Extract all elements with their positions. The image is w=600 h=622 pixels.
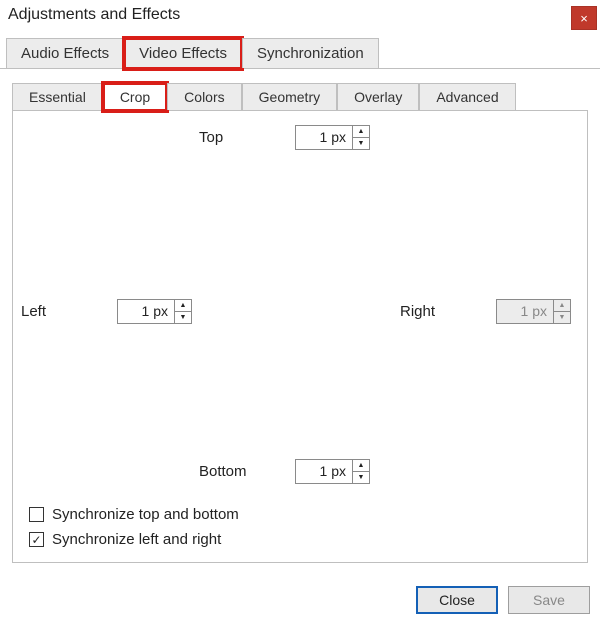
checkbox-icon: ✓ — [29, 532, 44, 547]
crop-left-spinner[interactable]: 1 px ▲ ▼ — [117, 299, 192, 324]
button-label: Save — [533, 592, 565, 608]
tab-label: Video Effects — [139, 45, 227, 62]
crop-right-spinner: 1 px ▲ ▼ — [496, 299, 571, 324]
close-window-button[interactable]: × — [571, 6, 597, 30]
crop-bottom-label: Bottom — [199, 463, 295, 480]
checkboxes-group: Synchronize top and bottom ✓ Synchronize… — [29, 506, 239, 548]
tab-label: Audio Effects — [21, 45, 109, 62]
crop-left-label: Left — [21, 303, 117, 320]
tab-label: Synchronization — [257, 45, 364, 62]
spinner-down-icon: ▼ — [554, 311, 570, 323]
spinner-down-icon[interactable]: ▼ — [353, 471, 369, 483]
crop-bottom-row: Bottom 1 px ▲ ▼ — [199, 459, 370, 484]
tab-label: Overlay — [354, 89, 402, 105]
close-button[interactable]: Close — [416, 586, 498, 614]
crop-panel: Top 1 px ▲ ▼ Left 1 px ▲ ▼ Right 1 px ▲ … — [12, 111, 588, 563]
button-label: Close — [439, 592, 475, 608]
spinner-down-icon[interactable]: ▼ — [175, 311, 191, 323]
tab-label: Colors — [184, 89, 224, 105]
tab-crop[interactable]: Crop — [103, 83, 167, 110]
tab-geometry[interactable]: Geometry — [242, 83, 337, 110]
tabs-secondary: Essential Crop Colors Geometry Overlay A… — [12, 83, 588, 111]
tab-label: Geometry — [259, 89, 320, 105]
tab-colors[interactable]: Colors — [167, 83, 241, 110]
crop-right-label: Right — [400, 303, 496, 320]
checkbox-icon — [29, 507, 44, 522]
close-icon: × — [580, 11, 588, 26]
checkbox-sync-top-bottom[interactable]: Synchronize top and bottom — [29, 506, 239, 523]
tab-video-effects[interactable]: Video Effects — [124, 38, 242, 68]
spinner-up-icon: ▲ — [554, 300, 570, 311]
save-button: Save — [508, 586, 590, 614]
tab-audio-effects[interactable]: Audio Effects — [6, 38, 124, 68]
tab-advanced[interactable]: Advanced — [419, 83, 515, 110]
crop-bottom-spinner[interactable]: 1 px ▲ ▼ — [295, 459, 370, 484]
crop-left-value[interactable]: 1 px — [118, 300, 174, 323]
spinner-up-icon[interactable]: ▲ — [353, 126, 369, 137]
spinner-down-icon[interactable]: ▼ — [353, 137, 369, 149]
checkbox-label: Synchronize left and right — [52, 531, 221, 548]
tab-label: Essential — [29, 89, 86, 105]
tab-label: Advanced — [436, 89, 498, 105]
checkbox-label: Synchronize top and bottom — [52, 506, 239, 523]
crop-top-spinner[interactable]: 1 px ▲ ▼ — [295, 125, 370, 150]
tabs-primary: Audio Effects Video Effects Synchronizat… — [0, 38, 600, 69]
checkbox-sync-left-right[interactable]: ✓ Synchronize left and right — [29, 531, 239, 548]
crop-right-value: 1 px — [497, 300, 553, 323]
tab-synchronization[interactable]: Synchronization — [242, 38, 379, 68]
crop-bottom-value[interactable]: 1 px — [296, 460, 352, 483]
window-title: Adjustments and Effects — [8, 6, 180, 24]
crop-top-row: Top 1 px ▲ ▼ — [199, 125, 370, 150]
crop-left-row: Left 1 px ▲ ▼ — [21, 299, 192, 324]
footer-buttons: Close Save — [416, 586, 590, 614]
tab-overlay[interactable]: Overlay — [337, 83, 419, 110]
spinner-up-icon[interactable]: ▲ — [175, 300, 191, 311]
crop-top-value[interactable]: 1 px — [296, 126, 352, 149]
tab-label: Crop — [120, 89, 150, 105]
spinner-up-icon[interactable]: ▲ — [353, 460, 369, 471]
crop-top-label: Top — [199, 129, 295, 146]
tab-essential[interactable]: Essential — [12, 83, 103, 110]
crop-right-row: Right 1 px ▲ ▼ — [400, 299, 571, 324]
